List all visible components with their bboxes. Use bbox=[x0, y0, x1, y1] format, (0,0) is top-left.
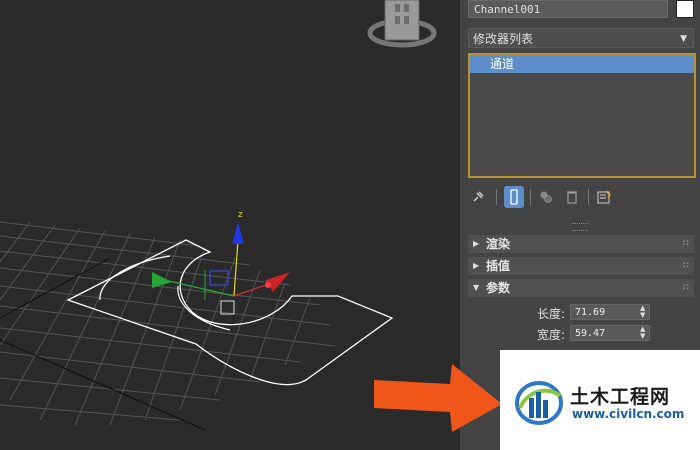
viewcube-face-detail bbox=[404, 16, 409, 24]
viewcube-face-detail bbox=[395, 4, 400, 12]
civilcn-logo-icon bbox=[515, 381, 563, 425]
panel-resize-handle[interactable] bbox=[572, 223, 588, 231]
gizmo-y-arrow[interactable] bbox=[152, 272, 172, 288]
gizmo-z-label: z bbox=[238, 210, 243, 220]
rollout-interpolation[interactable]: ▶ 插值 ∷ bbox=[468, 257, 694, 275]
pin-icon[interactable] bbox=[468, 186, 488, 208]
rollout-rendering[interactable]: ▶ 渲染 ∷ bbox=[468, 235, 694, 253]
collapse-triangle-icon: ▼ bbox=[473, 283, 480, 292]
show-end-result-icon[interactable] bbox=[504, 186, 524, 208]
watermark-title: 土木工程网 bbox=[570, 386, 671, 408]
rollout-title: 参数 bbox=[486, 281, 511, 295]
viewcube[interactable] bbox=[367, 0, 437, 48]
viewcube-box[interactable] bbox=[384, 0, 420, 41]
modifier-stack[interactable]: 通道 bbox=[468, 53, 696, 178]
viewcube-face-detail bbox=[395, 16, 400, 24]
param-label: 长度: bbox=[536, 307, 565, 321]
gizmo-xy-plane[interactable] bbox=[209, 270, 229, 286]
gizmo-x-arrow[interactable] bbox=[266, 272, 290, 292]
gizmo-x-handle[interactable] bbox=[265, 282, 271, 288]
length-spinner-field[interactable]: 71.69 bbox=[570, 304, 650, 320]
param-label: 宽度: bbox=[536, 328, 565, 342]
expand-triangle-icon: ▶ bbox=[473, 239, 480, 248]
modifier-list-label: 修改器列表 bbox=[473, 32, 534, 46]
modifier-list-dropdown[interactable]: 修改器列表 ▼ bbox=[468, 28, 694, 48]
toolbar-divider bbox=[530, 189, 531, 205]
rollout-title: 插值 bbox=[486, 259, 511, 273]
spinner-arrows-icon[interactable]: ▲ ▼ bbox=[640, 326, 645, 340]
param-width: 宽度: 59.47 ▲ ▼ bbox=[460, 325, 700, 343]
site-watermark: 土木工程网 www.civilcn.com bbox=[500, 350, 700, 450]
object-name-field[interactable]: Channel001 bbox=[468, 0, 668, 18]
remove-modifier-icon[interactable] bbox=[562, 186, 582, 208]
construction-grid bbox=[0, 221, 336, 426]
object-color-swatch[interactable] bbox=[676, 0, 694, 18]
annotation-arrow-icon bbox=[374, 364, 502, 432]
rollout-parameters[interactable]: ▼ 参数 ∷ bbox=[468, 279, 694, 297]
modifier-stack-item[interactable]: 通道 bbox=[470, 55, 694, 73]
gizmo-z-axis[interactable] bbox=[233, 239, 239, 297]
grid-axis-line bbox=[0, 339, 206, 431]
drag-dots-icon: ∷ bbox=[682, 261, 689, 271]
make-unique-icon[interactable] bbox=[536, 186, 556, 208]
width-spinner-field[interactable]: 59.47 bbox=[570, 325, 650, 341]
gizmo-z-arrow[interactable] bbox=[232, 222, 244, 244]
chevron-down-icon: ▼ bbox=[680, 34, 687, 44]
spinner-arrows-icon[interactable]: ▲ ▼ bbox=[640, 305, 645, 319]
viewcube-face-detail bbox=[404, 4, 409, 12]
param-length: 长度: 71.69 ▲ ▼ bbox=[460, 304, 700, 322]
drag-dots-icon: ∷ bbox=[682, 239, 689, 249]
expand-triangle-icon: ▶ bbox=[473, 261, 480, 270]
watermark-url: www.civilcn.com bbox=[572, 407, 685, 421]
modifier-stack-toolbar bbox=[468, 186, 694, 210]
drag-dots-icon: ∷ bbox=[682, 283, 689, 293]
toolbar-divider bbox=[588, 189, 589, 205]
rollout-title: 渲染 bbox=[486, 237, 511, 251]
toolbar-divider bbox=[496, 189, 497, 205]
configure-modifier-sets-icon[interactable] bbox=[594, 186, 614, 208]
